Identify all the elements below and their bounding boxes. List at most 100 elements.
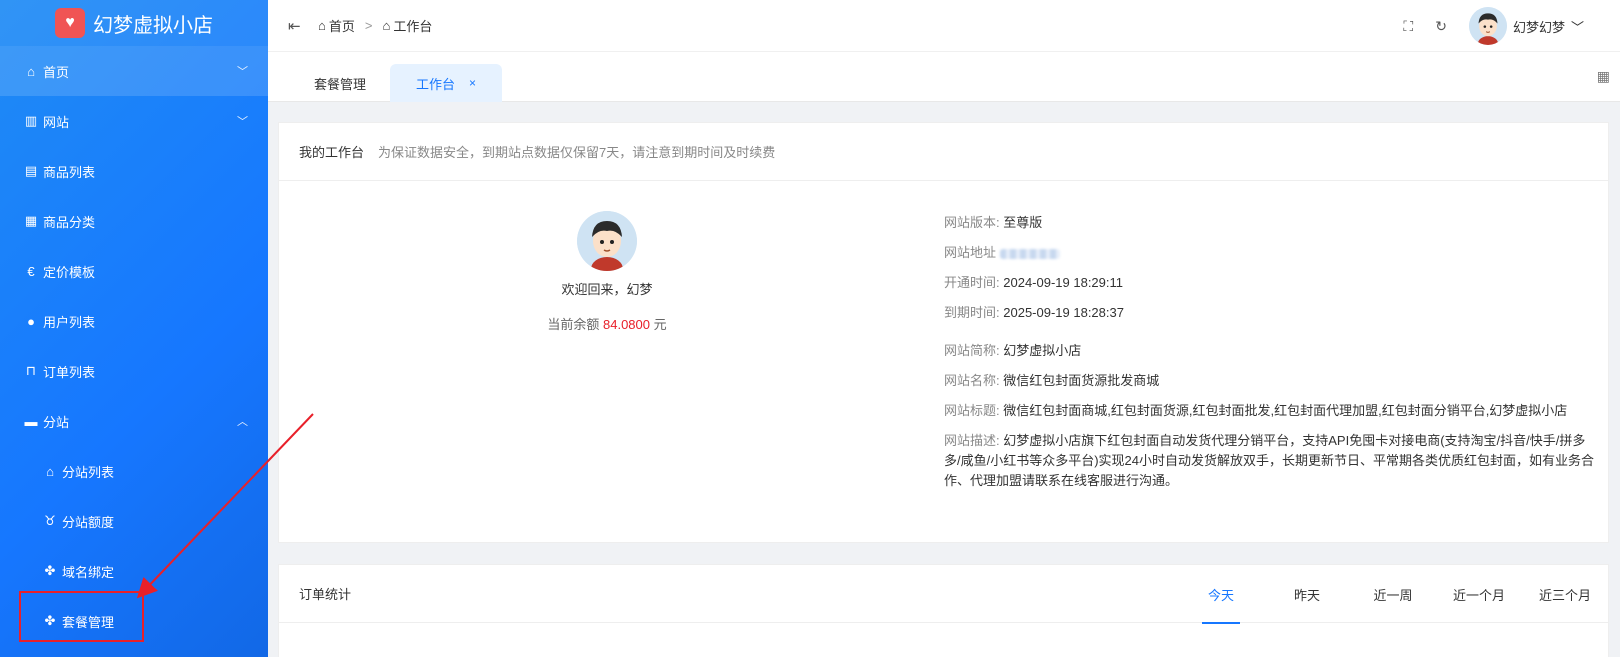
site-short-name-row: 网站简称: 幻梦虚拟小店 bbox=[944, 341, 1594, 361]
tab-label: 套餐管理 bbox=[314, 76, 367, 92]
balance-label: 当前余额 bbox=[547, 317, 600, 332]
user-icon: ● bbox=[27, 313, 35, 329]
close-icon[interactable]: × bbox=[469, 76, 476, 90]
info-value: 至尊版 bbox=[1003, 215, 1043, 230]
period-week[interactable]: 近一周 bbox=[1350, 565, 1436, 623]
tab-package-management[interactable]: 套餐管理 bbox=[288, 64, 392, 102]
avatar bbox=[577, 211, 637, 271]
tab-workspace[interactable]: 工作台 × bbox=[390, 64, 503, 102]
clover-icon: ✤ bbox=[44, 563, 56, 578]
breadcrumb-current: 工作台 bbox=[393, 19, 433, 34]
tab-grid-icon[interactable]: ▦ bbox=[1597, 68, 1610, 85]
logo-text: 幻梦虚拟小店 bbox=[93, 14, 213, 37]
sidebar-item-order-list[interactable]: ⊓ 订单列表 bbox=[0, 346, 268, 396]
chevron-up-icon: ︿ bbox=[237, 416, 248, 428]
sidebar-item-label: 用户列表 bbox=[43, 314, 96, 330]
cart-icon: ⊓ bbox=[25, 363, 37, 378]
site-open-time-row: 开通时间: 2024-09-19 18:29:11 bbox=[944, 273, 1594, 293]
balance: 当前余额 84.0800 元 bbox=[279, 314, 935, 333]
sidebar-item-label: 分站额度 bbox=[62, 514, 115, 530]
clover-icon: ✤ bbox=[44, 613, 56, 628]
tab-strip: 套餐管理 工作台 × ▦ bbox=[268, 52, 1620, 102]
info-key: 网站版本: bbox=[944, 215, 1000, 230]
site-title-row: 网站标题: 微信红包封面商城,红包封面货源,红包封面批发,红包封面代理加盟,红包… bbox=[944, 401, 1594, 421]
sidebar-item-substation-quota[interactable]: ♉ 分站额度 bbox=[0, 496, 268, 546]
chevron-down-icon: ﹀ bbox=[237, 116, 248, 128]
sidebar-item-label: 分站 bbox=[43, 414, 70, 430]
workspace-title: 我的工作台 bbox=[299, 145, 365, 160]
info-key: 网站描述: bbox=[944, 433, 1000, 448]
balance-value: 84.0800 bbox=[603, 317, 650, 332]
grid-icon: ▦ bbox=[24, 213, 38, 228]
sidebar-item-label: 套餐管理 bbox=[62, 614, 115, 630]
sidebar-item-domain-binding[interactable]: ✤ 域名绑定 bbox=[0, 546, 268, 596]
period-tabs: 今天 昨天 近一周 近一个月 近三个月 bbox=[1178, 565, 1608, 624]
user-menu[interactable]: 幻梦幻梦 ﹀ bbox=[1468, 7, 1584, 45]
sidebar-item-user-list[interactable]: ● 用户列表 bbox=[0, 296, 268, 346]
welcome-text: 欢迎回来，幻梦 bbox=[561, 282, 653, 297]
refresh-icon[interactable]: ↻ bbox=[1435, 18, 1447, 35]
sidebar-item-label: 首页 bbox=[43, 64, 70, 80]
order-stats-card: 订单统计 今天 昨天 近一周 近一个月 近三个月 bbox=[278, 564, 1609, 657]
sidebar-item-product-list[interactable]: ▤ 商品列表 bbox=[0, 146, 268, 196]
info-key: 开通时间: bbox=[944, 275, 1000, 290]
logo-icon: ♥ bbox=[55, 8, 85, 38]
sidebar-item-label: 商品分类 bbox=[43, 214, 96, 230]
sidebar-item-product-category[interactable]: ▦ 商品分类 bbox=[0, 196, 268, 246]
menu-fold-icon[interactable]: ⇤ bbox=[288, 17, 306, 35]
chevron-down-icon: ﹀ bbox=[237, 66, 248, 78]
period-today[interactable]: 今天 bbox=[1178, 565, 1264, 624]
sidebar-item-label: 分站列表 bbox=[62, 464, 115, 480]
sidebar: ♥ 幻梦虚拟小店 ⌂ 首页 ﹀ ▥ 网站 ﹀ ▤ 商品列表 ▦ 商品分类 € 定… bbox=[0, 0, 268, 657]
site-description-row: 网站描述: 幻梦虚拟小店旗下红包封面自动发货代理分销平台，支持API免囤卡对接电… bbox=[944, 431, 1594, 491]
info-value: 幻梦虚拟小店旗下红包封面自动发货代理分销平台，支持API免囤卡对接电商(支持淘宝… bbox=[944, 433, 1595, 488]
avatar bbox=[1468, 7, 1507, 45]
site-name-row: 网站名称: 微信红包封面货源批发商城 bbox=[944, 371, 1594, 391]
sidebar-item-home[interactable]: ⌂ 首页 ﹀ bbox=[0, 46, 268, 96]
welcome-panel: 欢迎回来，幻梦 当前余额 84.0800 元 bbox=[279, 181, 935, 333]
chevron-down-icon: ﹀ bbox=[1570, 19, 1584, 35]
info-key: 网站名称: bbox=[944, 373, 1000, 388]
sidebar-item-website[interactable]: ▥ 网站 ﹀ bbox=[0, 96, 268, 146]
info-key: 到期时间: bbox=[944, 305, 1000, 320]
info-key: 网站标题: bbox=[944, 403, 1000, 418]
workspace-header: 我的工作台 为保证数据安全，到期站点数据仅保留7天，请注意到期时间及时续费 bbox=[279, 123, 1608, 181]
home-icon: ⌂ bbox=[382, 18, 391, 33]
period-month[interactable]: 近一个月 bbox=[1436, 565, 1522, 623]
sidebar-item-package-management[interactable]: ✤ 套餐管理 bbox=[0, 596, 268, 646]
info-key: 网站简称: bbox=[944, 343, 1000, 358]
station-icon: ▬ bbox=[24, 413, 38, 429]
price-icon: € bbox=[27, 263, 35, 279]
sidebar-item-price-template[interactable]: € 定价模板 bbox=[0, 246, 268, 296]
topbar-actions: ⛶ ↻ 幻梦幻梦 ﹀ bbox=[1403, 0, 1584, 52]
info-value: 微信红包封面商城,红包封面货源,红包封面批发,红包封面代理加盟,红包封面分销平台… bbox=[1003, 403, 1568, 418]
topbar: ⇤ ⌂ 首页 > ⌂ 工作台 ⛶ ↻ 幻梦幻梦 ﹀ bbox=[268, 0, 1620, 52]
site-expire-time-row: 到期时间: 2025-09-19 18:28:37 bbox=[944, 303, 1594, 323]
sidebar-item-label: 域名绑定 bbox=[62, 564, 115, 580]
info-value: 微信红包封面货源批发商城 bbox=[1003, 373, 1160, 388]
quota-icon: ♉ bbox=[44, 513, 56, 528]
logo[interactable]: ♥ 幻梦虚拟小店 bbox=[0, 0, 268, 46]
info-value: 2025-09-19 18:28:37 bbox=[1003, 305, 1124, 320]
blurred-address bbox=[999, 248, 1060, 259]
sidebar-item-substation-list[interactable]: ⌂ 分站列表 bbox=[0, 446, 268, 496]
period-three-months[interactable]: 近三个月 bbox=[1522, 565, 1608, 623]
home-icon: ⌂ bbox=[27, 63, 35, 79]
site-version-row: 网站版本: 至尊版 bbox=[944, 213, 1594, 233]
sidebar-item-substation[interactable]: ▬ 分站 ︿ bbox=[0, 396, 268, 446]
fullscreen-icon[interactable]: ⛶ bbox=[1403, 18, 1413, 35]
user-name: 幻梦幻梦 bbox=[1512, 19, 1565, 35]
period-yesterday[interactable]: 昨天 bbox=[1264, 565, 1350, 623]
breadcrumb: ⌂ 首页 > ⌂ 工作台 bbox=[318, 16, 432, 35]
site-info: 网站版本: 至尊版 网站地址 开通时间: 2024-09-19 18:29:11… bbox=[944, 213, 1594, 501]
sidebar-item-label: 商品列表 bbox=[43, 164, 96, 180]
order-stats-header: 订单统计 今天 昨天 近一周 近一个月 近三个月 bbox=[279, 565, 1608, 624]
workspace-note: 为保证数据安全，到期站点数据仅保留7天，请注意到期时间及时续费 bbox=[378, 145, 776, 160]
sidebar-item-label: 定价模板 bbox=[43, 264, 96, 280]
list-icon: ▤ bbox=[24, 163, 38, 178]
home-icon: ⌂ bbox=[318, 18, 326, 33]
info-key: 网站地址 bbox=[944, 245, 997, 260]
info-value: 幻梦虚拟小店 bbox=[1003, 343, 1082, 358]
breadcrumb-home[interactable]: 首页 bbox=[329, 16, 355, 35]
building-icon: ▥ bbox=[24, 113, 38, 128]
